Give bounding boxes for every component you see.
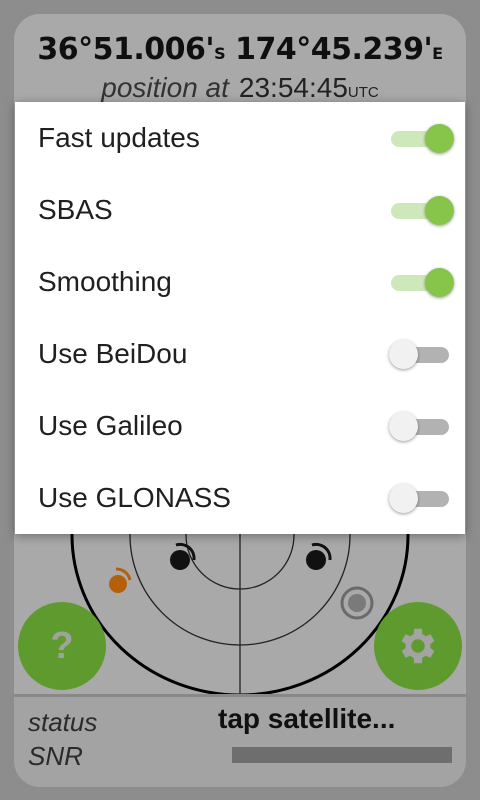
help-button[interactable]: ? (18, 602, 106, 690)
switch-thumb (425, 196, 454, 225)
switch-thumb (425, 124, 454, 153)
gear-icon (401, 628, 435, 664)
toggle-switch[interactable] (391, 124, 454, 153)
toggle-switch[interactable] (389, 340, 451, 369)
setting-label: Smoothing (38, 266, 172, 297)
switch-thumb (389, 340, 418, 369)
setting-row-sbas[interactable]: SBAS (15, 174, 465, 246)
setting-label: Fast updates (38, 122, 200, 153)
settings-dialog: Fast updates SBAS Smoothing Use BeiDou U… (15, 102, 465, 534)
toggle-switch[interactable] (389, 412, 451, 441)
status-panel: status tap satellite... SNR (14, 694, 466, 787)
setting-row-use-beidou[interactable]: Use BeiDou (15, 318, 465, 390)
snr-label: SNR (28, 741, 83, 771)
status-label: status (28, 707, 98, 737)
setting-label: Use GLONASS (38, 482, 231, 513)
toggle-switch[interactable] (389, 484, 451, 513)
snr-bar (232, 747, 452, 763)
setting-label: Use BeiDou (38, 338, 188, 369)
setting-row-use-galileo[interactable]: Use Galileo (15, 390, 465, 462)
toggle-switch[interactable] (391, 268, 454, 297)
toggle-switch[interactable] (391, 196, 454, 225)
setting-label: SBAS (38, 194, 113, 225)
setting-label: Use Galileo (38, 410, 183, 441)
setting-row-fast-updates[interactable]: Fast updates (15, 102, 465, 174)
switch-thumb (389, 412, 418, 441)
switch-thumb (425, 268, 454, 297)
status-value: tap satellite... (218, 703, 396, 734)
setting-row-smoothing[interactable]: Smoothing (15, 246, 465, 318)
setting-row-use-glonass[interactable]: Use GLONASS (15, 462, 465, 534)
help-icon: ? (50, 624, 74, 667)
settings-button[interactable] (374, 602, 462, 690)
switch-thumb (389, 484, 418, 513)
